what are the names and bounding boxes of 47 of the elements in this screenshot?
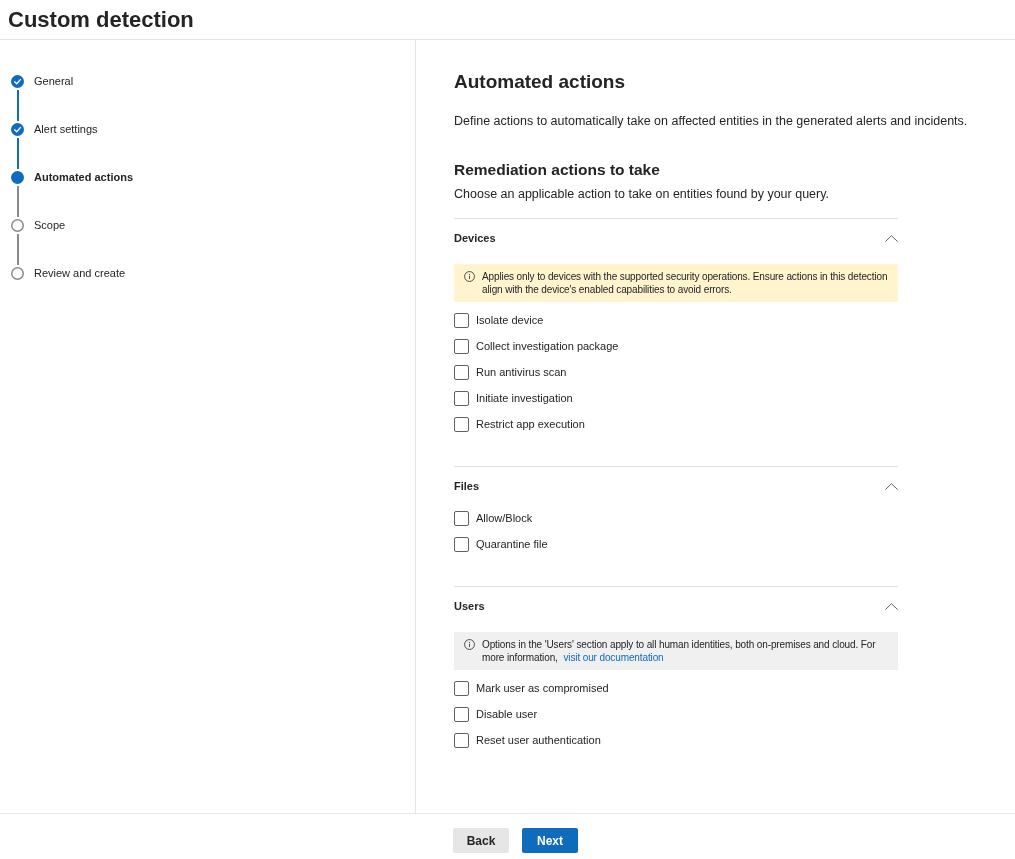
checkbox[interactable] — [454, 732, 469, 748]
section-heading: Automated actions — [454, 70, 626, 94]
back-button[interactable]: Back — [453, 828, 509, 853]
checkbox-label: Mark user as compromised — [476, 680, 609, 696]
checkbox-label: Disable user — [476, 706, 538, 722]
checkbox-label: Isolate device — [476, 312, 544, 328]
banner-text: Applies only to devices with the supported security operations. Ensure actions in this detection align with the device's enabled capabilities to avoid errors. — [482, 270, 889, 296]
step-label[interactable]: Alert settings — [34, 123, 98, 136]
documentation-link[interactable]: visit our documentation — [563, 652, 664, 663]
checkbox-label: Initiate investigation — [476, 390, 573, 406]
checkbox-label: Quarantine file — [476, 536, 548, 552]
step-label[interactable]: Scope — [34, 219, 66, 232]
section-title: Users — [454, 598, 485, 614]
section-title: Files — [454, 478, 480, 494]
step-connector — [16, 186, 19, 217]
checkbox[interactable] — [454, 536, 469, 552]
checkbox[interactable] — [454, 706, 469, 722]
step-label[interactable]: Review and create — [34, 267, 126, 280]
checkbox-label: Collect investigation package — [476, 338, 619, 354]
description-text: Define actions to automatically take on affected entities in the generated alerts and incidents. — [454, 113, 968, 130]
step-label[interactable]: General — [34, 75, 74, 88]
chevron-up-icon[interactable] — [885, 482, 898, 490]
checkbox[interactable] — [454, 680, 469, 696]
checkbox[interactable] — [454, 510, 469, 526]
step-label[interactable]: Automated actions — [34, 171, 133, 184]
step-connector — [16, 138, 19, 169]
step-connector — [16, 234, 19, 265]
checkbox-label: Allow/Block — [476, 510, 533, 526]
checkbox[interactable] — [454, 312, 469, 328]
checkbox[interactable] — [454, 364, 469, 380]
info-icon — [464, 639, 475, 650]
next-button[interactable]: Next — [522, 828, 578, 853]
checkbox-label: Restrict app execution — [476, 416, 585, 432]
banner-text: Options in the 'Users' section apply to all human identities, both on-premises and cloud. For more information, visit our documentation — [482, 638, 877, 664]
checkbox[interactable] — [454, 338, 469, 354]
chevron-up-icon[interactable] — [885, 234, 898, 242]
checkbox[interactable] — [454, 416, 469, 432]
page-title: Custom detection — [8, 5, 194, 34]
section-title: Devices — [454, 230, 496, 246]
checkbox[interactable] — [454, 390, 469, 406]
checkbox-label: Run antivirus scan — [476, 364, 567, 380]
info-icon — [464, 271, 475, 282]
subsection-heading: Remediation actions to take — [454, 160, 660, 180]
subsection-description: Choose an applicable action to take on entities found by your query. — [454, 186, 829, 203]
step-connector — [16, 90, 19, 121]
chevron-up-icon[interactable] — [885, 602, 898, 610]
checkbox-label: Reset user authentication — [476, 732, 601, 748]
